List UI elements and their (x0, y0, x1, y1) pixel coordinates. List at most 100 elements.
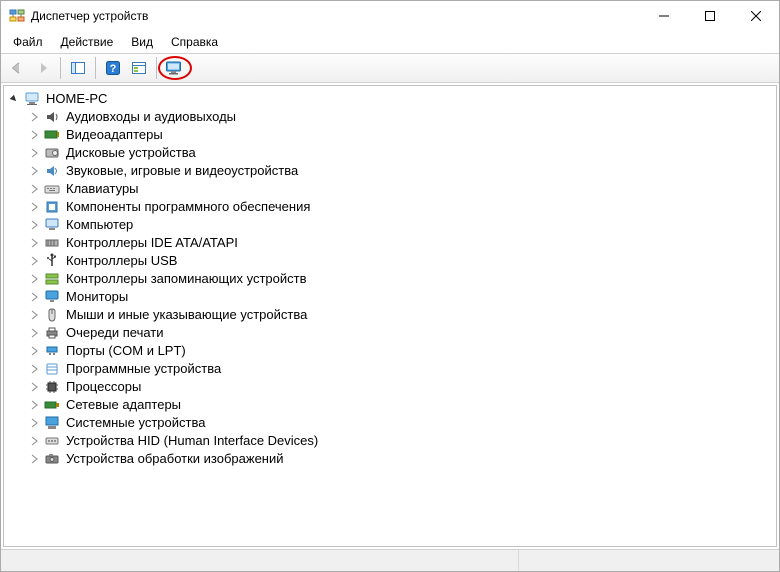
maximize-button[interactable] (687, 1, 733, 31)
window-controls (641, 1, 779, 31)
tree-category-label: Аудиовходы и аудиовыходы (64, 108, 238, 126)
tree-category-label: Контроллеры запоминающих устройств (64, 270, 308, 288)
tree-category-label: Контроллеры IDE ATA/ATAPI (64, 234, 240, 252)
tree-category-node[interactable]: Мыши и иные указывающие устройства (28, 306, 774, 324)
system-device-icon (44, 415, 60, 431)
arrow-back-icon (9, 60, 25, 76)
expander-closed-icon[interactable] (28, 219, 40, 231)
expander-closed-icon[interactable] (28, 237, 40, 249)
tree-category-node[interactable]: Звуковые, игровые и видеоустройства (28, 162, 774, 180)
tree-category-node[interactable]: Порты (COM и LPT) (28, 342, 774, 360)
tree-category-label: Компьютер (64, 216, 135, 234)
expander-closed-icon[interactable] (28, 309, 40, 321)
help-icon: ? (105, 60, 121, 76)
tree-category-label: Сетевые адаптеры (64, 396, 183, 414)
tree-category-label: Очереди печати (64, 324, 166, 342)
tree-category-node[interactable]: Контроллеры USB (28, 252, 774, 270)
tree-category-node[interactable]: Компоненты программного обеспечения (28, 198, 774, 216)
ide-controller-icon (44, 235, 60, 251)
menu-action[interactable]: Действие (53, 33, 122, 51)
monitor-scan-icon (165, 60, 183, 76)
tree-category-node[interactable]: Клавиатуры (28, 180, 774, 198)
expander-closed-icon[interactable] (28, 273, 40, 285)
app-icon (9, 8, 25, 24)
device-tree[interactable]: HOME-PC Аудиовходы и аудиовыходы Видеоад… (3, 85, 777, 547)
expander-closed-icon[interactable] (28, 255, 40, 267)
display-adapter-icon (44, 127, 60, 143)
menu-help[interactable]: Справка (163, 33, 226, 51)
expander-closed-icon[interactable] (28, 111, 40, 123)
tree-category-node[interactable]: Программные устройства (28, 360, 774, 378)
tree-category-label: Порты (COM и LPT) (64, 342, 188, 360)
expander-closed-icon[interactable] (28, 201, 40, 213)
expander-closed-icon[interactable] (28, 435, 40, 447)
tree-category-node[interactable]: Мониторы (28, 288, 774, 306)
expander-closed-icon[interactable] (28, 183, 40, 195)
tree-category-node[interactable]: Устройства обработки изображений (28, 450, 774, 468)
tree-category-label: Компоненты программного обеспечения (64, 198, 312, 216)
tree-category-node[interactable]: Дисковые устройства (28, 144, 774, 162)
status-cell (1, 550, 519, 571)
tree-category-node[interactable]: Видеоадаптеры (28, 126, 774, 144)
tree-category-label: Видеоадаптеры (64, 126, 165, 144)
expander-closed-icon[interactable] (28, 291, 40, 303)
tree-category-node[interactable]: Сетевые адаптеры (28, 396, 774, 414)
menu-file[interactable]: Файл (5, 33, 51, 51)
tree-category-label: Дисковые устройства (64, 144, 198, 162)
tree-category-node[interactable]: Устройства HID (Human Interface Devices) (28, 432, 774, 450)
sound-controller-icon (44, 163, 60, 179)
expander-closed-icon[interactable] (28, 453, 40, 465)
tree-category-label: Мыши и иные указывающие устройства (64, 306, 309, 324)
svg-text:?: ? (110, 63, 117, 75)
expander-closed-icon[interactable] (28, 165, 40, 177)
expander-closed-icon[interactable] (28, 363, 40, 375)
tree-category-label: Программные устройства (64, 360, 223, 378)
status-cell (519, 550, 779, 571)
monitor-icon (44, 289, 60, 305)
expander-closed-icon[interactable] (28, 417, 40, 429)
toolbar-forward-button[interactable] (31, 56, 55, 80)
expander-closed-icon[interactable] (28, 129, 40, 141)
panel-tree-icon (70, 60, 86, 76)
print-queue-icon (44, 325, 60, 341)
window-title: Диспетчер устройств (31, 9, 641, 23)
minimize-button[interactable] (641, 1, 687, 31)
toolbar-properties-button[interactable] (127, 56, 151, 80)
toolbar-back-button[interactable] (5, 56, 29, 80)
tree-category-node[interactable]: Компьютер (28, 216, 774, 234)
tree-category-node[interactable]: Процессоры (28, 378, 774, 396)
storage-controller-icon (44, 271, 60, 287)
usb-controller-icon (44, 253, 60, 269)
toolbar-show-hide-tree-button[interactable] (66, 56, 90, 80)
tree-category-node[interactable]: Контроллеры IDE ATA/ATAPI (28, 234, 774, 252)
tree-category-label: Процессоры (64, 378, 143, 396)
toolbar-help-button[interactable]: ? (101, 56, 125, 80)
tree-category-label: Контроллеры USB (64, 252, 179, 270)
expander-closed-icon[interactable] (28, 381, 40, 393)
ports-icon (44, 343, 60, 359)
expander-open-icon[interactable] (8, 93, 20, 105)
arrow-forward-icon (35, 60, 51, 76)
tree-category-node[interactable]: Аудиовходы и аудиовыходы (28, 108, 774, 126)
computer-category-icon (44, 217, 60, 233)
tree-category-label: Звуковые, игровые и видеоустройства (64, 162, 300, 180)
menu-view[interactable]: Вид (123, 33, 161, 51)
toolbar-scan-hardware-button[interactable] (162, 56, 186, 80)
tree-root-node[interactable]: HOME-PC (8, 90, 774, 108)
content-area: HOME-PC Аудиовходы и аудиовыходы Видеоад… (1, 83, 779, 549)
mouse-icon (44, 307, 60, 323)
menubar: Файл Действие Вид Справка (1, 31, 779, 53)
toolbar-separator (95, 57, 96, 79)
expander-closed-icon[interactable] (28, 345, 40, 357)
tree-category-node[interactable]: Очереди печати (28, 324, 774, 342)
computer-icon (24, 91, 40, 107)
tree-category-node[interactable]: Системные устройства (28, 414, 774, 432)
expander-closed-icon[interactable] (28, 147, 40, 159)
expander-closed-icon[interactable] (28, 327, 40, 339)
processor-icon (44, 379, 60, 395)
tree-category-label: Устройства обработки изображений (64, 450, 286, 468)
expander-closed-icon[interactable] (28, 399, 40, 411)
close-button[interactable] (733, 1, 779, 31)
tree-category-node[interactable]: Контроллеры запоминающих устройств (28, 270, 774, 288)
titlebar: Диспетчер устройств (1, 1, 779, 31)
